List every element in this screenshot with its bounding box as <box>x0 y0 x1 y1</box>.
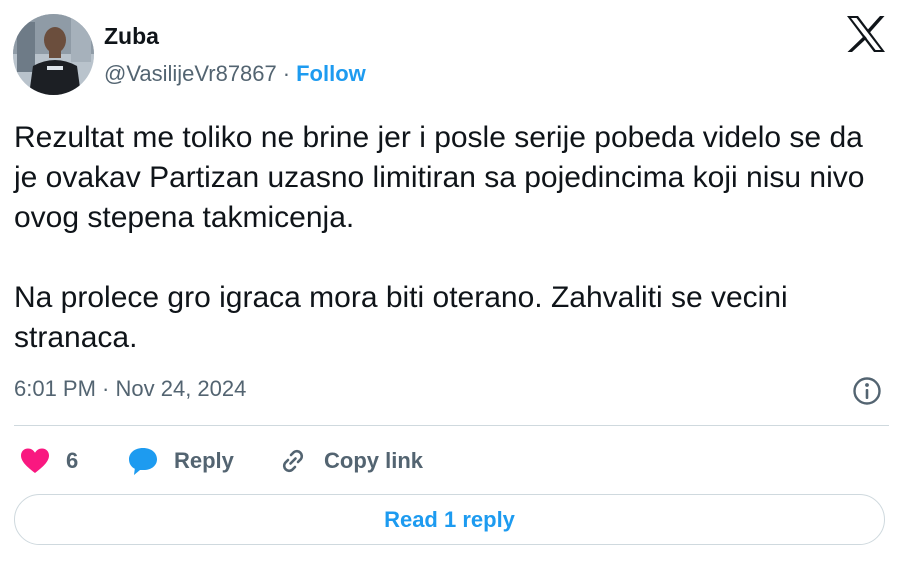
info-icon[interactable] <box>851 375 883 407</box>
separator-dot: · <box>282 61 291 86</box>
avatar-photo <box>13 14 94 95</box>
x-logo-icon[interactable] <box>846 15 886 53</box>
reply-button[interactable]: Reply <box>126 443 234 479</box>
link-icon <box>276 444 310 478</box>
like-button[interactable]: 6 <box>18 443 78 479</box>
author-name[interactable]: Zuba <box>104 22 159 50</box>
avatar[interactable] <box>13 14 94 95</box>
author-handle[interactable]: @VasilijeVr87867 <box>104 61 277 86</box>
speech-bubble-icon <box>126 444 160 478</box>
follow-button[interactable]: Follow <box>296 61 366 86</box>
tweet-text: Rezultat me toliko ne brine jer i posle … <box>14 118 889 358</box>
tweet-card: Zuba @VasilijeVr87867 · Follow Rezultat me… <box>0 0 900 563</box>
tweet-paragraph: Rezultat me toliko ne brine jer i posle … <box>14 121 865 234</box>
read-reply-button[interactable]: Read 1 reply <box>14 494 885 545</box>
heart-icon <box>18 444 52 478</box>
like-count: 6 <box>66 448 79 473</box>
reply-label: Reply <box>174 448 234 473</box>
timestamp[interactable]: 6:01 PM · Nov 24, 2024 <box>14 374 246 404</box>
divider <box>14 425 889 426</box>
copy-link-label: Copy link <box>324 448 424 473</box>
handle-row: @VasilijeVr87867 · Follow <box>104 60 366 88</box>
copy-link-button[interactable]: Copy link <box>276 443 423 479</box>
tweet-paragraph: Na prolece gro igraca mora biti oterano.… <box>14 281 788 354</box>
